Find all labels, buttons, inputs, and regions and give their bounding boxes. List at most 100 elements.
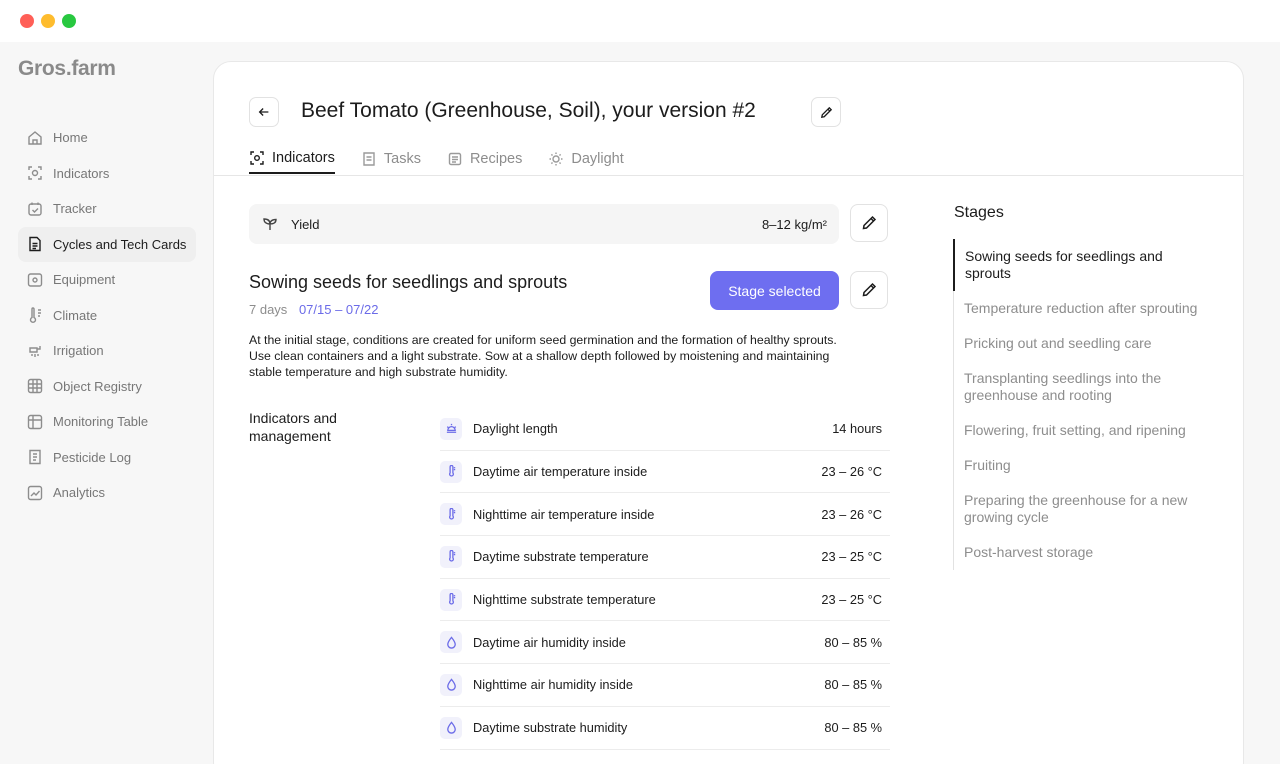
- sidebar-item-indicators[interactable]: Indicators: [18, 156, 196, 192]
- stages-list: Sowing seeds for seedlings and sprouts T…: [953, 239, 1203, 570]
- maximize-window-button[interactable]: [62, 14, 76, 28]
- tab-recipes[interactable]: Recipes: [447, 144, 522, 174]
- yield-label: Yield: [291, 216, 320, 232]
- sidebar-item-label: Pesticide Log: [53, 449, 132, 465]
- indicator-row[interactable]: Daytime substrate humidity 80 – 85 %: [440, 707, 890, 750]
- edit-stage-button[interactable]: [850, 271, 888, 309]
- yield-row: Yield 8–12 kg/m²: [249, 204, 839, 244]
- sidebar-item-pesticide-log[interactable]: Pesticide Log: [18, 440, 196, 476]
- sidebar-item-analytics[interactable]: Analytics: [18, 475, 196, 511]
- thermometer-icon: [440, 460, 462, 483]
- sidebar-item-cycles[interactable]: Cycles and Tech Cards: [18, 226, 196, 262]
- sidebar-item-label: Equipment: [53, 272, 116, 288]
- drop-icon: [440, 716, 462, 739]
- indicators-list: Daylight length 14 hours Daytime air tem…: [440, 408, 890, 750]
- tasks-icon: [361, 151, 377, 167]
- indicator-value: 80 – 85 %: [824, 720, 882, 736]
- arrow-left-icon: [258, 108, 269, 116]
- indicator-name: Daytime substrate temperature: [473, 549, 649, 565]
- home-icon: [26, 129, 44, 147]
- indicator-name: Daytime air temperature inside: [473, 464, 648, 480]
- tab-bar: Indicators Tasks Recipes Daylight: [249, 144, 650, 176]
- indicator-value: 14 hours: [832, 421, 882, 437]
- indicator-row[interactable]: Nighttime air humidity inside 80 – 85 %: [440, 664, 890, 707]
- tab-daylight[interactable]: Daylight: [548, 144, 624, 174]
- analytics-icon: [26, 484, 44, 502]
- sidebar-item-monitoring-table[interactable]: Monitoring Table: [18, 404, 196, 440]
- grid-icon: [26, 377, 44, 395]
- indicator-value: 23 – 25 °C: [821, 592, 882, 608]
- tab-tasks[interactable]: Tasks: [361, 144, 421, 174]
- indicator-name: Daytime air humidity inside: [473, 634, 626, 650]
- indicator-row[interactable]: Nighttime substrate temperature 23 – 25 …: [440, 579, 890, 622]
- sidebar-item-irrigation[interactable]: Irrigation: [18, 333, 196, 369]
- indicator-value: 23 – 25 °C: [821, 549, 882, 565]
- irrigation-icon: [26, 342, 44, 360]
- close-window-button[interactable]: [20, 14, 34, 28]
- minimize-window-button[interactable]: [41, 14, 55, 28]
- thermometer-icon: [440, 588, 462, 611]
- stage-selected-button[interactable]: Stage selected: [710, 271, 839, 310]
- pencil-icon: [862, 215, 877, 230]
- stage-item[interactable]: Transplanting seedlings into the greenho…: [954, 361, 1203, 413]
- indicator-name: Nighttime air humidity inside: [473, 677, 634, 693]
- sprout-icon: [261, 215, 279, 233]
- indicator-name: Daytime substrate humidity: [473, 720, 628, 736]
- sidebar-item-label: Monitoring Table: [53, 414, 149, 430]
- yield-value: 8–12 kg/m²: [761, 216, 827, 232]
- equipment-icon: [26, 271, 44, 289]
- stage-item[interactable]: Flowering, fruit setting, and ripening: [954, 413, 1203, 448]
- sidebar-item-home[interactable]: Home: [18, 120, 196, 156]
- sidebar-item-label: Object Registry: [53, 378, 142, 394]
- stage-item[interactable]: Pricking out and seedling care: [954, 326, 1203, 361]
- tab-label: Indicators: [272, 150, 335, 166]
- indicator-row[interactable]: Daytime substrate temperature 23 – 25 °C: [440, 536, 890, 579]
- tracker-icon: [26, 200, 44, 218]
- stage-item[interactable]: Preparing the greenhouse for a new growi…: [954, 483, 1203, 535]
- sidebar-item-tracker[interactable]: Tracker: [18, 191, 196, 227]
- edit-title-button[interactable]: [811, 97, 841, 127]
- main-panel: Beef Tomato (Greenhouse, Soil), your ver…: [213, 61, 1244, 764]
- indicators-icon: [26, 164, 44, 182]
- sidebar-item-climate[interactable]: Climate: [18, 298, 196, 334]
- stage-item[interactable]: Post-harvest storage: [954, 535, 1203, 570]
- stage-title: Sowing seeds for seedlings and sprouts: [249, 272, 568, 292]
- table-icon: [26, 413, 44, 431]
- sidebar-item-label: Indicators: [53, 165, 110, 181]
- sidebar-item-object-registry[interactable]: Object Registry: [18, 369, 196, 405]
- tab-indicators[interactable]: Indicators: [249, 144, 335, 174]
- indicator-value: 80 – 85 %: [824, 634, 882, 650]
- sidebar-item-label: Climate: [53, 307, 98, 323]
- sun-icon: [548, 151, 564, 167]
- stage-duration: 7 days: [249, 302, 288, 317]
- thermometer-icon: [440, 503, 462, 526]
- indicator-row[interactable]: Nighttime air temperature inside 23 – 26…: [440, 493, 890, 537]
- sidebar-item-label: Tracker: [53, 201, 97, 217]
- stage-item[interactable]: Temperature reduction after sprouting: [954, 291, 1203, 326]
- pencil-icon: [820, 106, 832, 118]
- indicator-row[interactable]: Daylight length 14 hours: [440, 408, 890, 451]
- document-icon: [26, 235, 44, 253]
- sidebar-item-equipment[interactable]: Equipment: [18, 262, 196, 298]
- window-titlebar: [0, 0, 1280, 42]
- tabs-divider: [214, 175, 1243, 176]
- stage-item[interactable]: Sowing seeds for seedlings and sprouts: [953, 239, 1203, 291]
- indicator-row[interactable]: Daytime air humidity inside 80 – 85 %: [440, 621, 890, 665]
- stage-dates: 07/15 – 07/22: [298, 302, 379, 317]
- sidebar-item-label: Analytics: [53, 485, 106, 501]
- stages-heading: Stages: [954, 204, 1004, 221]
- stage-item[interactable]: Fruiting: [954, 448, 1203, 483]
- indicator-row[interactable]: Daytime air temperature inside 23 – 26 °…: [440, 451, 890, 494]
- stage-description: At the initial stage, conditions are cre…: [249, 333, 837, 379]
- indicator-name: Nighttime air temperature inside: [473, 506, 655, 522]
- indicators-section-label: Indicators and management: [249, 410, 337, 444]
- climate-icon: [26, 306, 44, 324]
- back-button[interactable]: [249, 97, 279, 127]
- app-logo[interactable]: Gros.farm: [18, 57, 116, 81]
- drop-icon: [440, 673, 462, 696]
- thermometer-icon: [440, 545, 462, 568]
- tab-label: Recipes: [469, 151, 523, 167]
- pencil-icon: [862, 282, 877, 297]
- edit-yield-button[interactable]: [850, 204, 888, 242]
- indicator-value: 23 – 26 °C: [821, 506, 882, 522]
